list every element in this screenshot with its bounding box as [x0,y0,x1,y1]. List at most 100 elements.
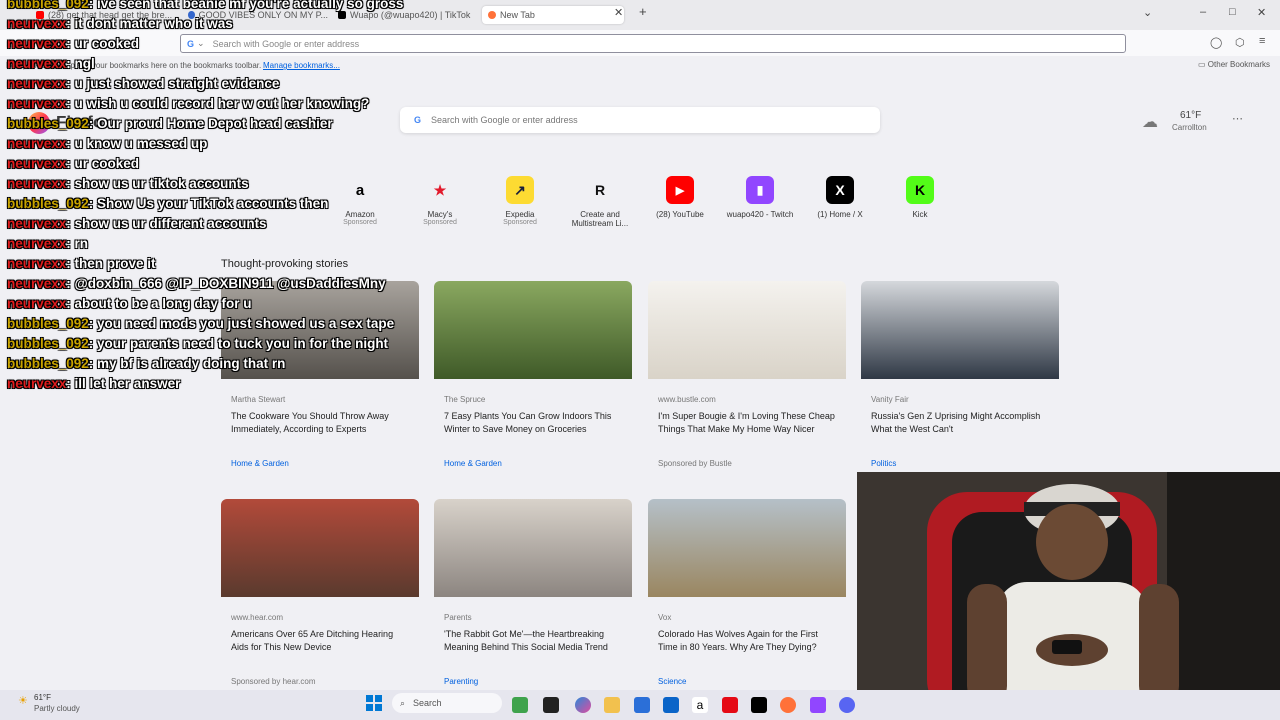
chat-message: neurvexx: u just showed straight evidenc… [7,76,279,91]
close-window-icon[interactable]: ✕ [1257,6,1266,19]
extensions-icon[interactable]: ⬡ [1235,36,1245,49]
story-image [434,499,632,597]
list-tabs-chevron-icon[interactable]: ⌄ [1143,6,1152,19]
chat-message: neurvexx: then prove it [7,256,156,271]
folder-icon: ▭ [1198,60,1206,69]
chat-text: : ur cooked [66,36,140,51]
discord-icon[interactable] [839,697,855,713]
copilot-icon[interactable] [575,697,591,713]
chat-text: : ive seen that beanie mf you're actuall… [88,0,404,11]
chat-username: neurvexx [7,236,67,251]
chat-username: bubbles_092 [7,116,89,131]
tab-label: New Tab [500,10,535,20]
taskbar-weather-desc: Partly cloudy [34,704,80,713]
twitch-icon: ▮ [746,176,774,204]
story-card[interactable]: www.hear.com Americans Over 65 Are Ditch… [221,499,419,689]
youtube-icon: ▶ [666,176,694,204]
webcam-overlay [857,472,1280,720]
story-title: The Cookware You Should Throw Away Immed… [231,411,389,434]
story-topic: Science [658,677,687,686]
amazon-app-icon[interactable]: a [692,697,708,713]
app-icon[interactable] [543,697,559,713]
chat-text: : show us ur tiktok accounts [66,176,249,191]
story-source: www.bustle.com [658,395,716,404]
story-title: 'The Rabbit Got Me'—the Heartbreaking Me… [444,629,608,652]
shortcut-expedia[interactable]: ↗ Expedia Sponsored [484,176,556,226]
chat-username: neurvexx [7,16,67,31]
chat-text: : you need mods you just showed us a sex… [88,316,395,331]
chat-text: : then prove it [66,256,156,271]
menu-icon[interactable]: ≡ [1259,35,1265,47]
shortcut-x[interactable]: X (1) Home / X [804,176,876,219]
shortcut-restream[interactable]: R Create and Multistream Li... [564,176,636,228]
story-image [648,281,846,379]
story-card[interactable]: www.bustle.com I'm Super Bougie & I'm Lo… [648,281,846,471]
chat-text: : u wish u could record her w out her kn… [66,96,370,111]
story-source: The Spruce [444,395,486,404]
netflix-icon[interactable] [722,697,738,713]
story-card[interactable]: Vox Colorado Has Wolves Again for the Fi… [648,499,846,689]
store-icon[interactable] [634,697,650,713]
story-source: Vox [658,613,672,622]
shortcut-twitch[interactable]: ▮ wuapo420 - Twitch [724,176,796,219]
kick-icon: K [906,176,934,204]
taskbar-search-label: Search [413,698,442,708]
twitch-app-icon[interactable] [810,697,826,713]
firefox-taskbar-icon[interactable] [780,697,796,713]
shortcut-kick[interactable]: K Kick [884,176,956,219]
story-card[interactable]: Vanity Fair Russia's Gen Z Uprising Migh… [861,281,1059,471]
newtab-search-input[interactable]: G Search with Google or enter address [400,107,880,133]
outlook-icon[interactable] [663,697,679,713]
story-topic: Sponsored by hear.com [231,677,316,686]
chat-message: bubbles_092: ive seen that beanie mf you… [7,0,403,11]
chat-text: : your parents need to tuck you in for t… [88,336,389,351]
chat-message: neurvexx: u wish u could record her w ou… [7,96,369,111]
webcam-feed [857,472,1280,720]
chat-text: : Our proud Home Depot head cashier [88,116,333,131]
new-tab-plus-icon[interactable]: + [639,4,647,19]
story-topic: Politics [871,459,897,468]
weather-sun-icon: ☀ [18,695,28,707]
chat-text: : u just showed straight evidence [66,76,280,91]
more-options-icon[interactable]: ⋯ [1232,112,1243,125]
chat-message: bubbles_092: Our proud Home Depot head c… [7,116,333,131]
chat-text: : u know u messed up [66,136,208,151]
chat-username: bubbles_092 [7,356,89,371]
game-app-icon[interactable] [512,697,528,713]
chat-username: neurvexx [7,276,67,291]
chat-message: neurvexx: ur cooked [7,36,139,51]
account-icon[interactable]: ◯ [1210,36,1222,49]
minimize-icon[interactable]: – [1200,6,1206,18]
chat-message: bubbles_092: my bf is already doing that… [7,356,285,371]
start-button[interactable] [366,695,382,711]
shortcut-label: (28) YouTube [656,210,704,219]
chat-text: : Show Us your TikTok accounts then [88,196,329,211]
story-source: Vanity Fair [871,395,909,404]
chat-username: neurvexx [7,216,67,231]
tab-new-tab[interactable]: New Tab [482,6,624,24]
taskbar-search[interactable]: ⌕ Search [392,693,502,713]
shortcut-youtube[interactable]: ▶ (28) YouTube [644,176,716,219]
other-bookmarks[interactable]: ▭ Other Bookmarks [1198,60,1270,69]
file-explorer-icon[interactable] [604,697,620,713]
shortcut-label: Create and Multistream Li... [571,210,629,228]
x-app-icon[interactable] [751,697,767,713]
chat-text: : @doxbin_666 @IP_DOXBIN911 @usDaddiesMn… [66,276,386,291]
chat-message: neurvexx: ur cooked [7,156,139,171]
maximize-icon[interactable]: □ [1229,6,1236,18]
chat-text: : show us ur different accounts [66,216,267,231]
shortcut-label: Kick [912,210,928,219]
windows-icon [366,695,382,711]
story-title: Americans Over 65 Are Ditching Hearing A… [231,629,394,652]
chat-username: neurvexx [7,36,67,51]
chat-message: neurvexx: show us ur different accounts [7,216,267,231]
expedia-icon: ↗ [506,176,534,204]
chat-text: : ur cooked [66,156,140,171]
story-card[interactable]: Parents 'The Rabbit Got Me'—the Heartbre… [434,499,632,689]
close-tab-icon[interactable]: ✕ [614,6,623,19]
story-image [648,499,846,597]
chat-message: neurvexx: @doxbin_666 @IP_DOXBIN911 @usD… [7,276,386,291]
chat-message: neurvexx: about to be a long day for u [7,296,252,311]
story-title: I'm Super Bougie & I'm Loving These Chea… [658,411,835,434]
story-title: Colorado Has Wolves Again for the First … [658,629,818,652]
